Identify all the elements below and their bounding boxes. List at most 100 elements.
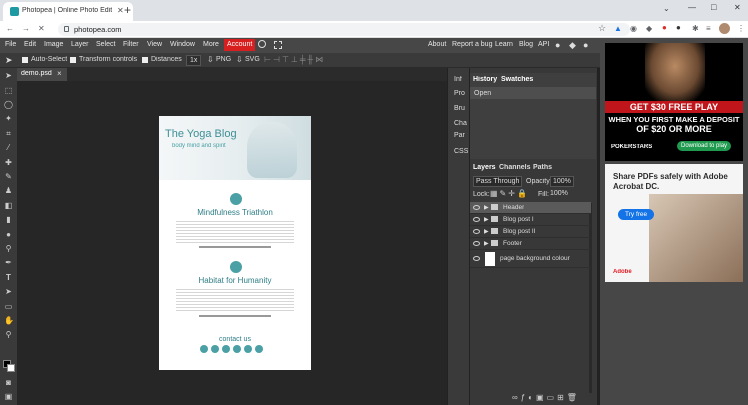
visibility-eye-icon[interactable] <box>473 205 480 210</box>
ad1-cta[interactable]: Download to play <box>677 141 732 151</box>
screen-mode-icon[interactable]: ▣ <box>4 392 13 401</box>
history-item[interactable]: Open <box>470 87 596 99</box>
eyedropper-tool[interactable]: ⁄ <box>4 143 13 152</box>
address-bar[interactable]: photopea.com ☆ <box>58 23 630 36</box>
extension-camera-icon[interactable]: ◉ <box>630 24 637 33</box>
menu-view[interactable]: View <box>147 41 162 48</box>
export-png-button[interactable]: PNG <box>216 56 231 63</box>
layer-row-footer[interactable]: ▶ Footer <box>470 238 591 250</box>
tab-search-icon[interactable]: ⌄ <box>663 4 670 13</box>
eraser-tool[interactable]: ◧ <box>4 201 13 210</box>
tab-channels[interactable]: Channels <box>499 164 531 171</box>
collapsed-panel-brush[interactable]: Bru <box>454 105 465 112</box>
gradient-tool[interactable]: ▮ <box>4 215 13 224</box>
forward-icon[interactable]: → <box>22 24 30 33</box>
ad2-cta[interactable]: Try free <box>618 209 655 220</box>
document-tab-close[interactable]: × <box>57 69 62 78</box>
menu-blog[interactable]: Blog <box>519 41 533 48</box>
visibility-eye-icon[interactable] <box>473 241 480 246</box>
move-tool[interactable]: ➤ <box>4 71 13 80</box>
collapsed-panel-css[interactable]: CSS <box>454 148 468 155</box>
marquee-tool[interactable]: ⬚ <box>4 86 13 95</box>
visibility-eye-icon[interactable] <box>473 256 480 261</box>
crop-tool[interactable]: ⌗ <box>4 129 13 138</box>
menu-image[interactable]: Image <box>44 41 63 48</box>
expand-arrow-icon[interactable]: ▶ <box>484 240 489 247</box>
document-tab[interactable]: demo.psd × <box>17 68 67 81</box>
collapsed-panel-info[interactable]: Inf <box>454 76 462 83</box>
clone-stamp-tool[interactable]: ♟ <box>4 186 13 195</box>
layer-row-background[interactable]: page background colour <box>470 250 591 268</box>
distances-checkbox[interactable] <box>142 57 148 63</box>
healing-tool[interactable]: ✚ <box>4 158 13 167</box>
account-button[interactable]: Account <box>224 39 256 51</box>
menu-window[interactable]: Window <box>170 41 195 48</box>
tab-swatches[interactable]: Swatches <box>501 76 533 83</box>
path-select-tool[interactable]: ➤ <box>4 287 13 296</box>
extension-red-icon[interactable]: ● <box>662 23 667 32</box>
fullscreen-icon[interactable] <box>274 41 282 49</box>
reload-icon[interactable]: ✕ <box>38 24 45 33</box>
magic-wand-tool[interactable]: ✦ <box>4 114 13 123</box>
blur-tool[interactable]: ● <box>4 230 13 239</box>
menu-more[interactable]: More <box>203 41 219 48</box>
ad-pokerstars[interactable]: GET $30 FREE PLAY WHEN YOU FIRST MAKE A … <box>605 43 743 161</box>
bookmark-star-icon[interactable]: ☆ <box>598 23 606 34</box>
menu-filter[interactable]: Filter <box>123 41 139 48</box>
ad-adobe[interactable]: Share PDFs safely with Adobe Acrobat DC.… <box>605 164 743 282</box>
quick-mask-icon[interactable]: ◙ <box>4 378 13 387</box>
transform-controls-checkbox[interactable] <box>70 57 76 63</box>
collapsed-panel-paragraph[interactable]: Par <box>454 132 465 139</box>
menu-api[interactable]: API <box>538 41 549 48</box>
menu-report-bug[interactable]: Report a bug <box>452 41 492 48</box>
tab-history[interactable]: History <box>473 76 497 83</box>
collapsed-panel-properties[interactable]: Pro <box>454 90 465 97</box>
chrome-menu-icon[interactable]: ⋮ <box>737 24 745 33</box>
menu-edit[interactable]: Edit <box>24 41 36 48</box>
opacity-input[interactable]: 100% <box>550 176 574 187</box>
menu-learn[interactable]: Learn <box>495 41 513 48</box>
type-tool[interactable]: T <box>4 273 13 282</box>
expand-arrow-icon[interactable]: ▶ <box>484 216 489 223</box>
extensions-puzzle-icon[interactable]: ✱ <box>692 24 699 33</box>
collapsed-panel-character[interactable]: Cha <box>454 120 467 127</box>
extension-shield-icon[interactable]: ◆ <box>646 24 652 33</box>
layer-row-header[interactable]: ▶ Header <box>470 202 591 214</box>
expand-arrow-icon[interactable]: ▶ <box>484 228 489 235</box>
menu-select[interactable]: Select <box>96 41 115 48</box>
document-canvas[interactable]: The Yoga Blog body mind and spirit Mindf… <box>159 116 311 370</box>
extension-dark-icon[interactable]: ● <box>676 23 681 32</box>
maximize-button[interactable]: □ <box>711 2 716 12</box>
visibility-eye-icon[interactable] <box>473 229 480 234</box>
brush-tool[interactable]: ✎ <box>4 172 13 181</box>
new-tab-button[interactable]: + <box>124 3 131 17</box>
reddit-icon[interactable]: ● <box>555 40 560 50</box>
layer-row-blog-post-2[interactable]: ▶ Blog post II <box>470 226 591 238</box>
expand-arrow-icon[interactable]: ▶ <box>484 204 489 211</box>
auto-select-checkbox[interactable] <box>22 57 28 63</box>
align-icons[interactable]: ⊢⊣⊤⊥╪╫⋈ <box>264 55 325 64</box>
lock-icons[interactable]: ▦✎✛🔒 <box>490 189 529 198</box>
background-color-swatch[interactable] <box>7 364 15 372</box>
close-window-button[interactable]: ✕ <box>734 3 741 12</box>
search-icon[interactable] <box>258 40 266 48</box>
menu-layer[interactable]: Layer <box>71 41 89 48</box>
browser-tab[interactable]: Photopea | Online Photo Editor ✕ <box>3 2 133 21</box>
media-control-icon[interactable]: ≡ <box>706 24 711 33</box>
profile-avatar[interactable] <box>719 23 730 34</box>
menu-about[interactable]: About <box>428 41 446 48</box>
minimize-button[interactable]: — <box>688 3 696 12</box>
extension-drive-icon[interactable]: ▲ <box>614 24 622 33</box>
dodge-tool[interactable]: ⚲ <box>4 244 13 253</box>
zoom-select[interactable]: 1x <box>186 55 202 66</box>
menu-file[interactable]: File <box>5 41 16 48</box>
twitter-icon[interactable]: ◆ <box>569 40 576 51</box>
layer-row-blog-post-1[interactable]: ▶ Blog post I <box>470 214 591 226</box>
tab-layers[interactable]: Layers <box>473 164 496 171</box>
tab-close-icon[interactable]: ✕ <box>117 6 124 15</box>
lasso-tool[interactable]: ◯ <box>4 100 13 109</box>
layers-bottom-icons[interactable]: ∞ƒ◐▣▭⊞🗑 <box>512 393 580 402</box>
export-svg-button[interactable]: SVG <box>245 56 260 63</box>
blend-mode-select[interactable]: Pass Through <box>473 176 523 187</box>
visibility-eye-icon[interactable] <box>473 217 480 222</box>
